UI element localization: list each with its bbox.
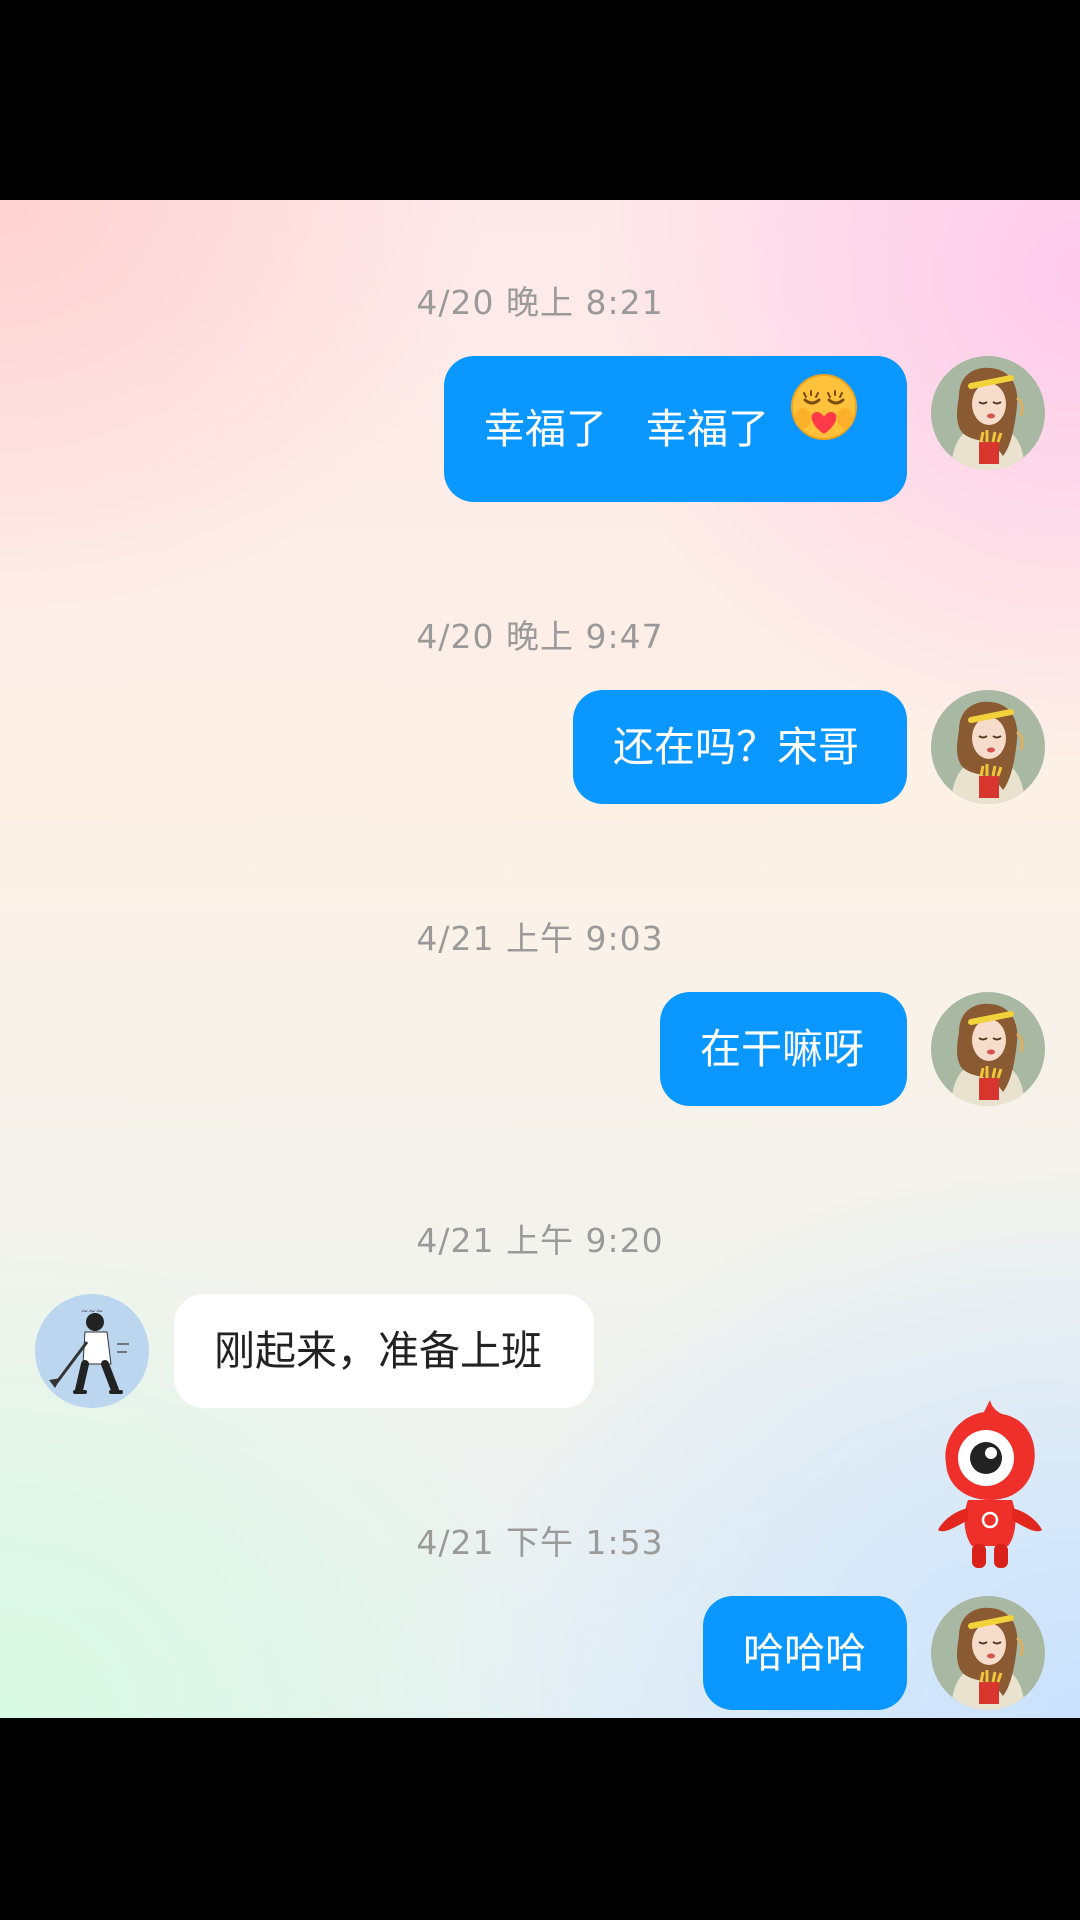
message-timestamp: 4/21 下午 1:53 [416,1523,664,1562]
bottom-letterbox [0,1718,1080,1920]
heart-eyes-emoji-icon [789,355,859,501]
message-text: 哈哈哈 [743,1629,866,1677]
my-avatar[interactable] [931,1596,1045,1710]
my-avatar[interactable] [931,690,1045,804]
outgoing-message-bubble[interactable]: 幸福了 幸福了 [444,356,907,502]
message-text: 在干嘛呀 [700,1025,864,1073]
message-timestamp: 4/21 上午 9:20 [416,1221,664,1260]
outgoing-message-bubble[interactable]: 在干嘛呀 [660,992,907,1106]
my-avatar[interactable] [931,356,1045,470]
message-timestamp: 4/20 晚上 9:47 [416,617,664,656]
contact-avatar[interactable]: ~~~ [35,1294,149,1408]
message-text: 幸福了 幸福了 [484,405,770,453]
top-letterbox [0,0,1080,200]
outgoing-message-bubble[interactable]: 还在吗？宋哥 [573,690,907,804]
incoming-message-bubble[interactable]: 刚起来，准备上班 [174,1294,594,1408]
my-avatar[interactable] [931,992,1045,1106]
message-timestamp: 4/21 上午 9:03 [416,919,664,958]
red-mascot-icon[interactable] [928,1396,1052,1580]
message-text: 刚起来，准备上班 [214,1327,542,1375]
chat-message-list[interactable]: 4/20 晚上 8:21 幸福了 幸福了 4/20 晚上 9:47 还在吗？宋哥… [0,200,1080,1718]
message-timestamp: 4/20 晚上 8:21 [416,283,664,322]
outgoing-message-bubble[interactable]: 哈哈哈 [703,1596,907,1710]
message-text: 还在吗？宋哥 [613,723,859,771]
